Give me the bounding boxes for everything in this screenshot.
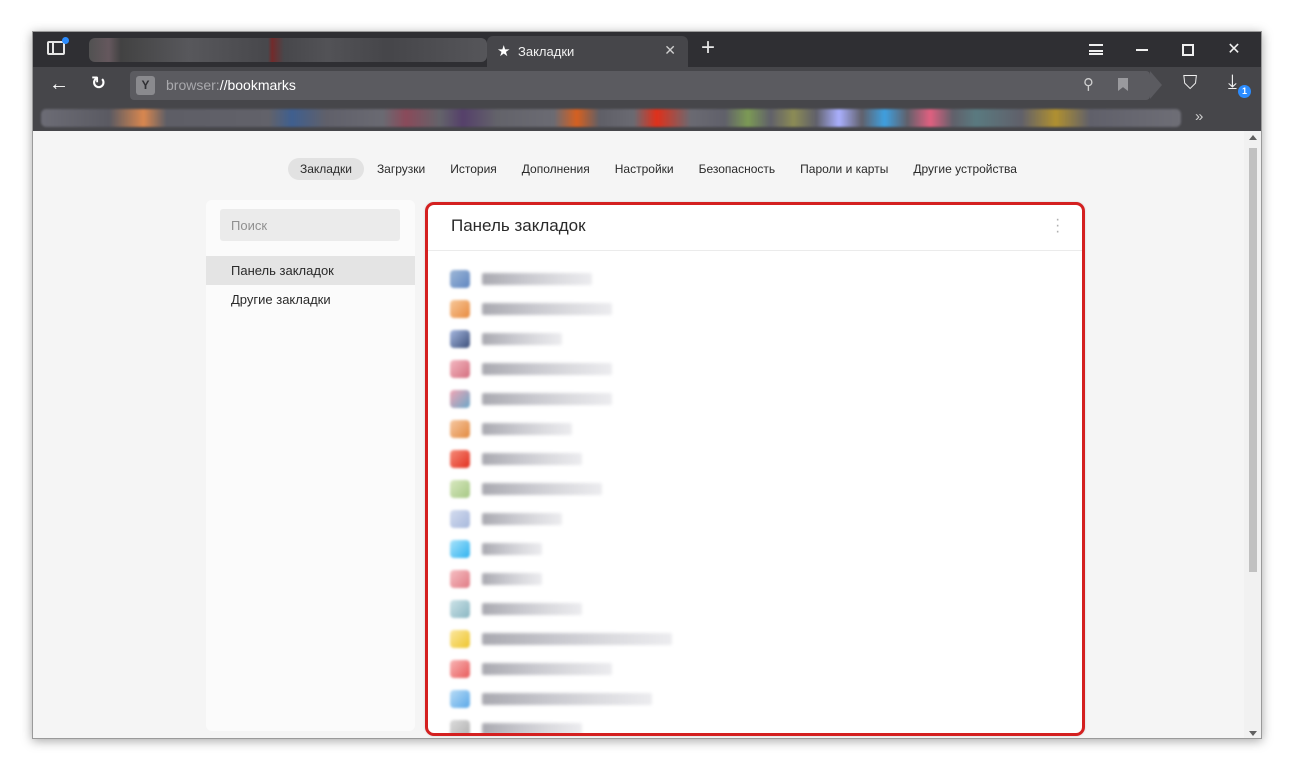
search-input[interactable] bbox=[220, 209, 400, 241]
download-icon[interactable]: ⤓ 1 bbox=[1228, 71, 1251, 98]
back-icon[interactable]: ← bbox=[49, 73, 69, 96]
bookmark-icon[interactable] bbox=[1118, 78, 1128, 91]
scroll-down-icon[interactable] bbox=[1249, 731, 1257, 736]
bookmark-item[interactable] bbox=[450, 294, 1050, 322]
browser-window: ★ Закладки ✕ + ✕ ← ↻ Y browser://bookmar… bbox=[32, 31, 1262, 739]
tab-bar: ★ Закладки ✕ + ✕ bbox=[33, 32, 1261, 67]
bookmark-item[interactable] bbox=[450, 354, 1050, 382]
address-toolbar: ← ↻ Y browser://bookmarks ⚲ ⛉ ⤓ 1 bbox=[33, 67, 1261, 105]
nav-extensions[interactable]: Дополнения bbox=[510, 158, 602, 180]
bookmark-item[interactable] bbox=[450, 324, 1050, 352]
new-tab-icon[interactable]: + bbox=[701, 34, 715, 62]
page-content: Закладки Загрузки История Дополнения Нас… bbox=[33, 131, 1246, 738]
tab-bookmarks[interactable]: ★ Закладки ✕ bbox=[487, 36, 688, 67]
notification-dot bbox=[62, 37, 69, 44]
bookmark-item[interactable] bbox=[450, 534, 1050, 562]
star-icon: ★ bbox=[497, 43, 511, 60]
close-window-icon[interactable]: ✕ bbox=[1211, 32, 1257, 67]
bookmarks-bar: » bbox=[33, 105, 1261, 131]
blurred-bookmark-title bbox=[482, 543, 542, 555]
bookmark-item[interactable] bbox=[450, 444, 1050, 472]
blurred-bookmark-title bbox=[482, 423, 572, 435]
nav-devices[interactable]: Другие устройства bbox=[901, 158, 1029, 180]
blurred-bookmark-title bbox=[482, 483, 602, 495]
more-options-icon[interactable]: · · · bbox=[1055, 212, 1060, 240]
favicon-icon bbox=[450, 600, 470, 618]
maximize-icon[interactable] bbox=[1165, 32, 1211, 67]
favicon-icon bbox=[450, 510, 470, 528]
bookmark-item[interactable] bbox=[450, 504, 1050, 532]
tabs-sidebar-icon[interactable] bbox=[47, 37, 69, 55]
nav-passwords[interactable]: Пароли и карты bbox=[788, 158, 900, 180]
favicon-icon bbox=[450, 570, 470, 588]
bookmark-item[interactable] bbox=[450, 564, 1050, 592]
favicon-icon bbox=[450, 660, 470, 678]
nav-downloads[interactable]: Загрузки bbox=[365, 158, 437, 180]
blurred-bookmark-title bbox=[482, 723, 582, 733]
blurred-bookmark-title bbox=[482, 393, 612, 405]
bookmark-item[interactable] bbox=[450, 654, 1050, 682]
scroll-up-icon[interactable] bbox=[1249, 135, 1257, 140]
nav-history[interactable]: История bbox=[438, 158, 509, 180]
favicon-icon bbox=[450, 330, 470, 348]
protect-icon[interactable]: ⛉ bbox=[1183, 73, 1197, 95]
favicon-icon bbox=[450, 420, 470, 438]
favicon-icon bbox=[450, 630, 470, 648]
menu-icon[interactable] bbox=[1073, 32, 1119, 67]
favicon-icon bbox=[450, 300, 470, 318]
address-bar[interactable]: Y browser://bookmarks ⚲ bbox=[130, 71, 1162, 100]
nav-security[interactable]: Безопасность bbox=[687, 158, 788, 180]
minimize-icon[interactable] bbox=[1119, 32, 1165, 67]
nav-bookmarks[interactable]: Закладки bbox=[288, 158, 364, 180]
blurred-bookmark-title bbox=[482, 363, 612, 375]
nav-settings[interactable]: Настройки bbox=[603, 158, 686, 180]
panel-header: Панель закладок · · · bbox=[428, 205, 1082, 251]
favicon-icon bbox=[450, 390, 470, 408]
blurred-bookmark-title bbox=[482, 303, 612, 315]
sidebar-item-bookmarks-bar[interactable]: Панель закладок bbox=[206, 256, 415, 285]
bookmark-item[interactable] bbox=[450, 594, 1050, 622]
bookmarks-sidebar: Панель закладок Другие закладки bbox=[206, 200, 415, 731]
vertical-scrollbar[interactable] bbox=[1244, 131, 1261, 738]
blurred-tabs[interactable] bbox=[89, 38, 487, 62]
blurred-bookmarks[interactable] bbox=[41, 109, 1181, 127]
blurred-bookmark-title bbox=[482, 333, 562, 345]
blurred-bookmark-title bbox=[482, 573, 542, 585]
blurred-bookmark-title bbox=[482, 453, 582, 465]
favicon-icon bbox=[450, 690, 470, 708]
bookmark-item[interactable] bbox=[450, 624, 1050, 652]
settings-nav: Закладки Загрузки История Дополнения Нас… bbox=[288, 157, 1030, 181]
bookmark-item[interactable] bbox=[450, 474, 1050, 502]
more-bookmarks-icon[interactable]: » bbox=[1195, 108, 1203, 125]
blurred-bookmark-title bbox=[482, 693, 652, 705]
favicon-icon bbox=[450, 720, 470, 733]
favicon-icon bbox=[450, 450, 470, 468]
blurred-bookmark-title bbox=[482, 603, 582, 615]
search-icon[interactable]: ⚲ bbox=[1083, 75, 1094, 93]
tab-title: Закладки bbox=[518, 44, 575, 59]
download-badge: 1 bbox=[1238, 85, 1251, 98]
favicon-icon bbox=[450, 480, 470, 498]
close-tab-icon[interactable]: ✕ bbox=[664, 42, 676, 59]
bookmarks-panel: Панель закладок · · · bbox=[425, 202, 1085, 736]
bookmark-item[interactable] bbox=[450, 264, 1050, 292]
blurred-bookmark-title bbox=[482, 273, 592, 285]
reload-icon[interactable]: ↻ bbox=[91, 73, 106, 94]
bookmark-item[interactable] bbox=[450, 414, 1050, 442]
favicon-icon bbox=[450, 540, 470, 558]
sidebar-item-other-bookmarks[interactable]: Другие закладки bbox=[206, 285, 415, 314]
blurred-bookmark-title bbox=[482, 663, 612, 675]
bookmark-item[interactable] bbox=[450, 714, 1050, 733]
panel-title: Панель закладок bbox=[451, 216, 586, 235]
blurred-bookmark-title bbox=[482, 513, 562, 525]
scroll-thumb[interactable] bbox=[1249, 148, 1257, 572]
yandex-browser-icon: Y bbox=[136, 76, 155, 95]
blurred-bookmark-title bbox=[482, 633, 672, 645]
favicon-icon bbox=[450, 360, 470, 378]
bookmark-item[interactable] bbox=[450, 684, 1050, 712]
favicon-icon bbox=[450, 270, 470, 288]
bookmark-item[interactable] bbox=[450, 384, 1050, 412]
url-text[interactable]: browser://bookmarks bbox=[166, 77, 296, 93]
